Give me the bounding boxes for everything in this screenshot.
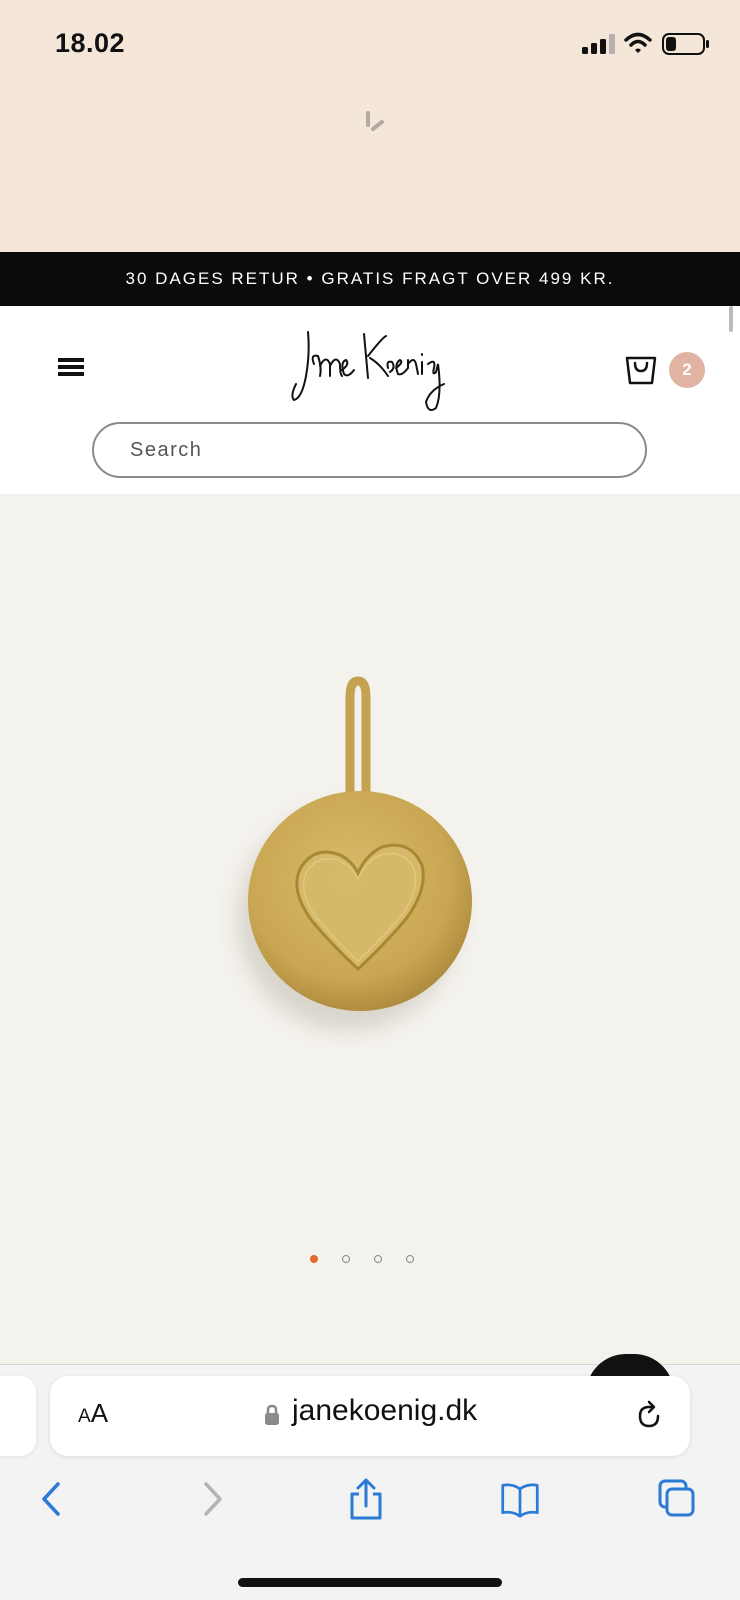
signal-icon <box>582 34 615 54</box>
wifi-icon <box>624 32 652 53</box>
product-image[interactable] <box>0 494 740 1364</box>
status-time: 18.02 <box>55 28 126 58</box>
gold-heart-pendant-image <box>238 676 472 1031</box>
text-size-button[interactable]: AA <box>78 1398 108 1429</box>
previous-tab-preview[interactable] <box>0 1376 36 1456</box>
search-bar[interactable] <box>92 422 647 478</box>
share-icon[interactable] <box>346 1478 386 1520</box>
search-input[interactable] <box>130 424 610 476</box>
hamburger-menu-icon[interactable] <box>58 358 84 380</box>
reload-icon[interactable] <box>634 1400 664 1430</box>
battery-icon <box>662 33 709 55</box>
spinner-icon <box>366 111 384 131</box>
status-bar-area: 18.02 <box>0 0 740 252</box>
forward-icon[interactable] <box>192 1478 232 1520</box>
carousel-dot-3[interactable] <box>374 1255 382 1263</box>
cart-count-badge[interactable]: 2 <box>669 352 705 388</box>
tabs-icon[interactable] <box>656 1478 696 1520</box>
lock-icon <box>265 1404 279 1425</box>
bookmarks-icon[interactable] <box>500 1478 540 1520</box>
url-text[interactable]: janekoenig.dk <box>292 1394 477 1428</box>
site-header: 2 <box>0 306 740 494</box>
back-icon[interactable] <box>32 1478 72 1520</box>
carousel-dots <box>310 1252 430 1266</box>
scroll-indicator[interactable] <box>729 306 733 332</box>
carousel-dot-2[interactable] <box>342 1255 350 1263</box>
home-indicator[interactable] <box>238 1578 502 1587</box>
page: 18.02 30 DAGES RETUR • GRATIS FRAGT OVER… <box>0 0 740 1600</box>
carousel-dot-1[interactable] <box>310 1255 318 1263</box>
promo-banner: 30 DAGES RETUR • GRATIS FRAGT OVER 499 K… <box>0 252 740 306</box>
address-bar[interactable]: AA janekoenig.dk <box>50 1376 690 1456</box>
carousel-dot-4[interactable] <box>406 1255 414 1263</box>
jane-koenig-logo[interactable] <box>290 324 450 416</box>
shopping-bag-icon[interactable] <box>624 354 658 386</box>
